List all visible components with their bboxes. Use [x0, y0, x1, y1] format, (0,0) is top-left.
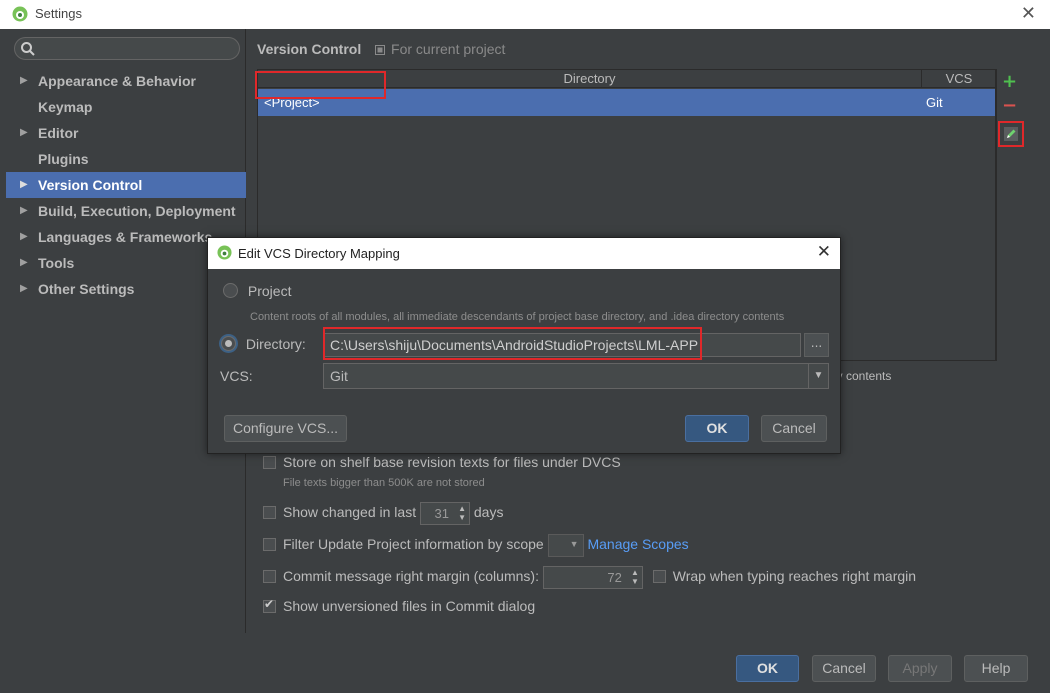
expand-arrow-icon[interactable]: ▶: [20, 198, 28, 224]
page-title: Version Control: [257, 41, 362, 57]
configure-vcs-button[interactable]: Configure VCS...: [224, 415, 347, 442]
wrap-typing-label: Wrap when typing reaches right margin: [672, 568, 917, 585]
show-unversioned-checkbox[interactable]: [263, 597, 276, 613]
expand-arrow-icon[interactable]: ▶: [20, 172, 28, 198]
sidebar-item-appearance[interactable]: ▶ Appearance & Behavior: [6, 68, 246, 94]
filter-update-label: Filter Update Project information by sco…: [283, 536, 544, 553]
sidebar-item-editor[interactable]: ▶ Editor: [6, 120, 246, 146]
sidebar-item-label: Languages & Frameworks: [38, 229, 213, 245]
directory-radio-label: Directory:: [245, 336, 306, 352]
sidebar-item-label: Keymap: [38, 99, 93, 115]
dialog-title: Edit VCS Directory Mapping: [238, 246, 400, 261]
filter-update-option[interactable]: Filter Update Project information by sco…: [263, 534, 689, 557]
title-bar: Settings ✕: [0, 0, 1050, 29]
chevron-down-icon: ▼: [569, 539, 579, 549]
commit-margin-label: Commit message right margin (columns):: [283, 568, 539, 585]
scope-select[interactable]: ▼: [547, 534, 584, 557]
filter-update-checkbox[interactable]: [263, 538, 276, 552]
show-unversioned-label: Show unversioned files in Commit dialog: [283, 598, 536, 614]
expand-arrow-icon[interactable]: ▶: [20, 276, 28, 302]
remove-icon[interactable]: −: [1002, 95, 1017, 116]
directory-radio[interactable]: [221, 336, 236, 351]
sidebar-item-label: Build, Execution, Deployment: [38, 203, 236, 219]
project-radio-option[interactable]: Project: [223, 283, 291, 299]
dialog-title-bar: Edit VCS Directory Mapping ✕: [208, 238, 840, 269]
browse-button[interactable]: ...: [804, 333, 829, 357]
margin-value: 72: [607, 570, 622, 585]
highlight-box: [255, 71, 386, 99]
show-unversioned-option[interactable]: Show unversioned files in Commit dialog: [263, 597, 536, 614]
dialog-cancel-button[interactable]: Cancel: [761, 415, 827, 442]
search-icon: [21, 42, 35, 56]
project-radio-label: Project: [247, 283, 292, 299]
wrap-typing-checkbox[interactable]: [652, 570, 666, 584]
days-label: days: [473, 504, 504, 521]
margin-stepper[interactable]: 72 ▲ ▼: [542, 566, 643, 589]
highlight-box: [323, 327, 702, 360]
commit-margin-checkbox[interactable]: [263, 570, 276, 584]
store-shelf-option[interactable]: Store on shelf base revision texts for f…: [263, 454, 621, 470]
search-input[interactable]: [14, 37, 240, 60]
row-vcs: Git: [926, 95, 943, 110]
window-title: Settings: [35, 6, 82, 21]
project-radio[interactable]: [223, 283, 238, 298]
column-header-vcs[interactable]: VCS: [922, 70, 996, 88]
close-icon[interactable]: ✕: [817, 242, 831, 262]
edit-button[interactable]: [998, 121, 1024, 147]
sidebar-item-label: Tools: [38, 255, 75, 271]
expand-arrow-icon[interactable]: ▶: [20, 68, 28, 94]
show-changed-checkbox[interactable]: [263, 506, 276, 520]
apply-button[interactable]: Apply: [888, 655, 952, 682]
sidebar-item-label: Version Control: [38, 177, 143, 193]
store-shelf-hint: File texts bigger than 500K are not stor…: [283, 477, 485, 489]
show-changed-option[interactable]: Show changed in last 31 ▲ ▼ days: [263, 502, 503, 525]
stepper-arrows-icon[interactable]: ▲ ▼: [631, 568, 639, 586]
close-icon[interactable]: ✕: [1021, 3, 1036, 24]
table-toolbar: + −: [995, 69, 1024, 361]
scope-label: For current project: [391, 41, 506, 57]
directory-radio-option[interactable]: Directory:: [221, 336, 306, 352]
cancel-button[interactable]: Cancel: [812, 655, 876, 682]
expand-arrow-icon[interactable]: ▶: [20, 250, 28, 276]
project-description: Content roots of all modules, all immedi…: [250, 311, 785, 323]
vcs-label: VCS:: [220, 368, 253, 384]
breadcrumb: Version Control For current project: [257, 41, 505, 57]
sidebar-item-keymap[interactable]: Keymap: [6, 94, 246, 120]
sidebar-item-label: Appearance & Behavior: [38, 73, 196, 89]
expand-arrow-icon[interactable]: ▶: [20, 120, 28, 146]
chevron-down-icon[interactable]: ▼: [808, 364, 828, 388]
stepper-arrows-icon[interactable]: ▲ ▼: [458, 504, 466, 522]
edit-vcs-mapping-dialog: Edit VCS Directory Mapping ✕ Project Con…: [207, 237, 841, 454]
store-shelf-checkbox[interactable]: [263, 456, 276, 469]
manage-scopes-link[interactable]: Manage Scopes: [587, 536, 688, 552]
sidebar-item-label: Editor: [38, 125, 79, 141]
dialog-ok-button[interactable]: OK: [685, 415, 749, 442]
pencil-icon: [1004, 127, 1018, 141]
store-shelf-label: Store on shelf base revision texts for f…: [283, 454, 621, 470]
android-studio-icon: [217, 245, 232, 260]
commit-margin-option[interactable]: Commit message right margin (columns): 7…: [263, 566, 916, 589]
android-studio-icon: [12, 6, 28, 22]
sidebar-item-build[interactable]: ▶ Build, Execution, Deployment: [6, 198, 246, 224]
sidebar-item-label: Plugins: [38, 151, 89, 167]
days-value: 31: [434, 506, 449, 521]
expand-arrow-icon[interactable]: ▶: [20, 224, 28, 250]
vcs-select[interactable]: Git ▼: [323, 363, 829, 389]
show-changed-label: Show changed in last: [283, 504, 417, 521]
days-stepper[interactable]: 31 ▲ ▼: [419, 502, 470, 525]
vcs-select-value: Git: [330, 368, 348, 384]
add-icon[interactable]: +: [1002, 71, 1017, 92]
sidebar-item-plugins[interactable]: Plugins: [6, 146, 246, 172]
project-scope-icon: [375, 45, 386, 55]
ok-button[interactable]: OK: [736, 655, 799, 682]
help-button[interactable]: Help: [964, 655, 1028, 682]
sidebar-item-label: Other Settings: [38, 281, 135, 297]
sidebar-item-version-control[interactable]: ▶ Version Control: [6, 172, 246, 198]
